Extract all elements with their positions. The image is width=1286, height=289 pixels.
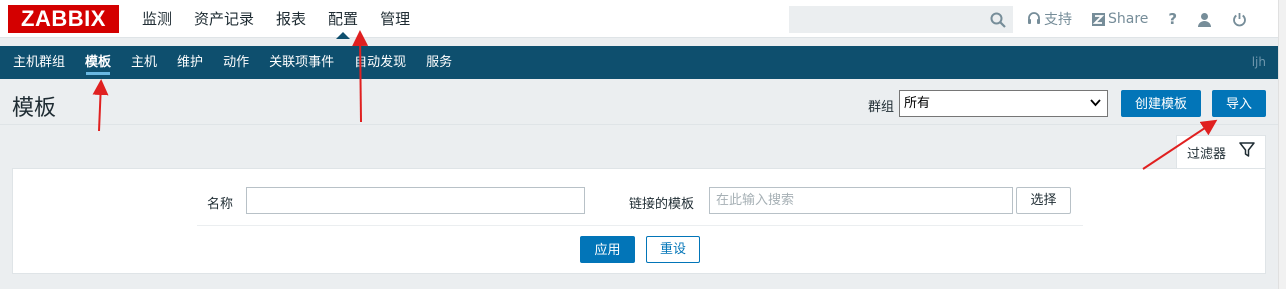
select-button[interactable]: 选择 (1016, 187, 1071, 214)
submenu-event-correlation[interactable]: 关联项事件 (259, 46, 344, 79)
filter-icon (1239, 142, 1255, 157)
submenu-hosts[interactable]: 主机 (121, 46, 167, 79)
filter-divider (197, 225, 1083, 226)
support-link[interactable]: 支持 (1027, 9, 1072, 29)
menu-monitoring[interactable]: 监测 (131, 0, 183, 38)
zabbix-logo[interactable]: ZABBIX (8, 5, 119, 33)
menu-configuration[interactable]: 配置 (317, 0, 369, 39)
menu-administration[interactable]: 管理 (369, 0, 421, 38)
submenu-templates[interactable]: 模板 (75, 46, 121, 79)
username-label: ljh (1251, 55, 1266, 69)
submenu-discovery[interactable]: 自动发现 (344, 46, 416, 79)
top-right-tools: 支持 Share ? (1027, 0, 1267, 38)
import-button[interactable]: 导入 (1212, 90, 1266, 117)
header-divider (0, 124, 1278, 125)
name-label: 名称 (207, 197, 234, 212)
linked-templates-label: 链接的模板 (629, 197, 695, 212)
group-select[interactable]: 所有 (899, 90, 1108, 117)
reset-button[interactable]: 重设 (646, 236, 700, 263)
page-title: 模板 (12, 96, 57, 121)
group-select-value: 所有 (904, 96, 931, 111)
headset-icon (1028, 12, 1040, 24)
search-icon[interactable] (990, 12, 1006, 28)
filter-tab-label: 过滤器 (1187, 147, 1227, 162)
logout-link[interactable] (1232, 12, 1247, 27)
share-link[interactable]: Share (1092, 11, 1148, 27)
support-label: 支持 (1044, 12, 1072, 28)
group-label: 群组 (868, 100, 895, 115)
filter-panel: 名称 链接的模板 在此输入搜索 选择 应用 重设 (12, 168, 1266, 274)
chevron-down-icon (1090, 99, 1101, 107)
filter-tab[interactable]: 过滤器 (1176, 135, 1266, 169)
share-label: Share (1108, 11, 1149, 27)
menu-reports[interactable]: 报表 (265, 0, 317, 38)
user-profile-link[interactable] (1197, 12, 1212, 27)
menu-inventory[interactable]: 资产记录 (183, 0, 265, 38)
linked-templates-input[interactable]: 在此输入搜索 (709, 187, 1013, 214)
sub-menu: 主机群组 模板 主机 维护 动作 关联项事件 自动发现 服务 ljh (0, 46, 1278, 79)
power-icon (1233, 12, 1246, 26)
submenu-maintenance[interactable]: 维护 (167, 46, 213, 79)
apply-button[interactable]: 应用 (580, 236, 635, 263)
submenu-actions[interactable]: 动作 (213, 46, 259, 79)
main-menu: 监测 资产记录 报表 配置 管理 (131, 0, 421, 39)
help-link[interactable]: ? (1168, 10, 1177, 28)
submenu-host-groups[interactable]: 主机群组 (3, 46, 75, 79)
help-icon: ? (1168, 10, 1178, 28)
create-template-button[interactable]: 创建模板 (1121, 90, 1201, 117)
user-icon (1198, 12, 1212, 27)
top-bar: ZABBIX 监测 资产记录 报表 配置 管理 支持 Share ? (0, 0, 1278, 39)
submenu-services[interactable]: 服务 (416, 46, 462, 79)
global-search-input[interactable] (789, 6, 1013, 33)
share-z-icon (1092, 12, 1105, 26)
scrollbar[interactable] (1278, 0, 1286, 289)
name-input[interactable] (246, 187, 585, 214)
